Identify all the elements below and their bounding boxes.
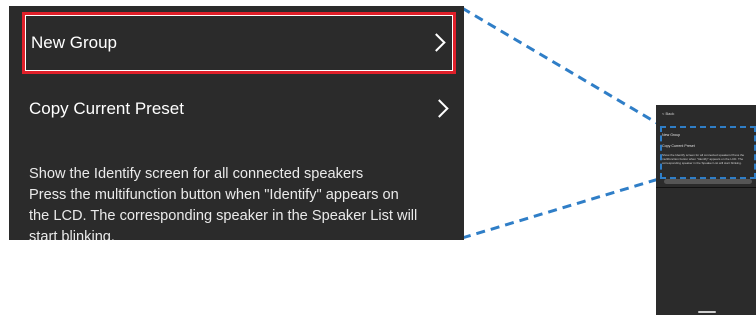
chevron-right-icon [430,99,449,118]
copy-current-preset-item[interactable]: Copy Current Preset [9,74,464,144]
new-group-label: New Group [31,33,117,52]
back-link[interactable]: < Back [662,111,674,116]
identify-description: Show the Identify screen for all connect… [29,164,449,240]
divider [656,187,756,188]
copy-current-preset-label: Copy Current Preset [29,99,184,118]
new-group-item[interactable]: New Group [22,12,456,74]
chevron-right-icon [427,33,446,52]
description-line: start blinking. [29,229,115,240]
zoomed-menu-panel: New Group Copy Current Preset Show the I… [9,6,464,240]
description-line: Press the multifunction button when "Ide… [29,187,399,203]
zoom-region-highlight [660,126,756,179]
identify-button[interactable] [664,179,752,184]
home-indicator [698,311,716,313]
description-line: Show the Identify screen for all connect… [29,166,364,182]
description-line: the LCD. The corresponding speaker in th… [29,208,418,224]
